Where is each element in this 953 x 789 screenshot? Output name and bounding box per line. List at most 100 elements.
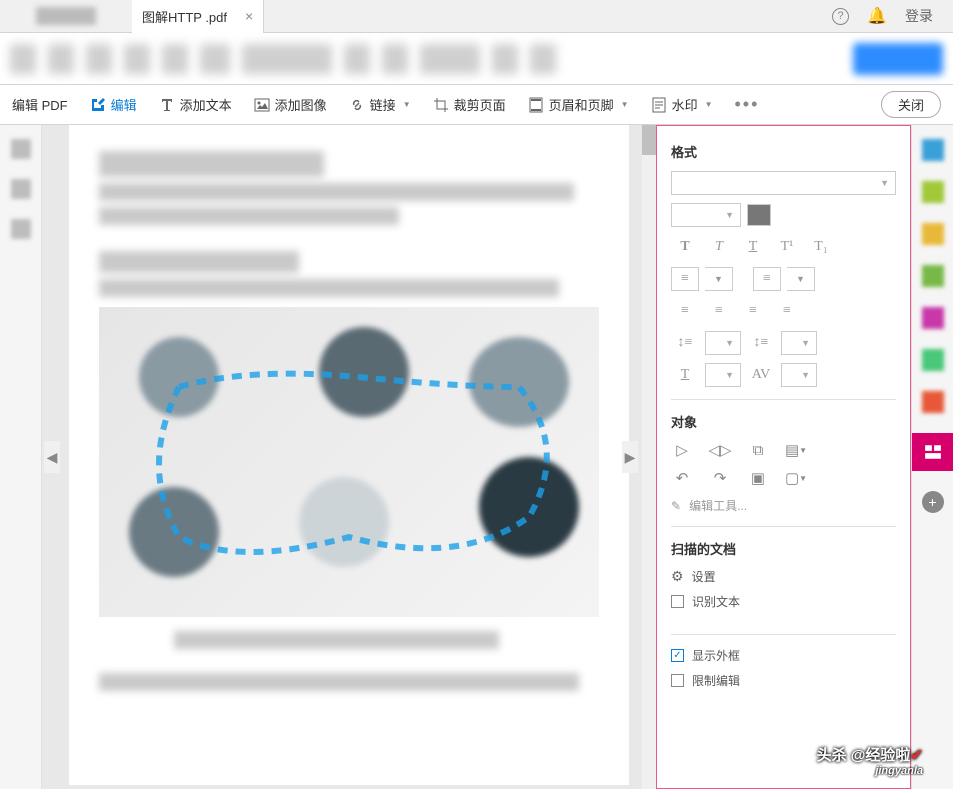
close-tab-icon[interactable]: × <box>245 8 253 24</box>
crop-button[interactable]: 裁剪页面 <box>425 91 514 118</box>
tool-icon-2[interactable] <box>922 181 944 203</box>
tab-title: 图解HTTP .pdf <box>142 7 227 26</box>
more-icon: ••• <box>735 94 760 115</box>
next-page-button[interactable]: ▶ <box>622 441 638 473</box>
font-size-dropdown[interactable]: ▼ <box>671 203 741 227</box>
link-button[interactable]: 链接 ▼ <box>341 91 419 118</box>
watermark-button[interactable]: 水印 ▼ <box>643 91 721 118</box>
header-footer-icon <box>528 97 544 113</box>
recognize-text-checkbox[interactable]: 识别文本 <box>671 593 896 610</box>
tool-icon-6[interactable] <box>922 349 944 371</box>
tool-icon-7[interactable] <box>922 391 944 413</box>
document-tab[interactable]: 图解HTTP .pdf × <box>132 0 264 33</box>
edit-tool-icon <box>924 443 942 461</box>
font-color-swatch[interactable] <box>747 204 771 226</box>
more-button[interactable]: ••• <box>727 90 768 119</box>
replace-image-icon[interactable]: ▣ <box>747 469 769 487</box>
vertical-scrollbar[interactable] <box>642 125 656 789</box>
right-rail: + <box>911 125 953 789</box>
char-spacing-button[interactable]: AV <box>747 363 775 387</box>
bullet-list-dropdown[interactable]: ▼ <box>705 267 733 291</box>
edit-icon <box>90 97 106 113</box>
line-spacing-button[interactable]: ↕≡ <box>671 331 699 355</box>
flip-vertical-icon[interactable]: ◁▷ <box>709 441 731 459</box>
text-icon <box>159 97 175 113</box>
restrict-edit-checkbox[interactable]: 限制编辑 <box>671 672 896 689</box>
bookmarks-icon[interactable] <box>11 179 31 199</box>
italic-button[interactable]: T <box>705 235 733 259</box>
dropdown-icon: ▼ <box>403 100 411 109</box>
align-justify-button[interactable]: ≡ <box>773 299 801 323</box>
thumbnails-icon[interactable] <box>11 139 31 159</box>
main-toolbar <box>0 33 953 85</box>
checkbox-icon <box>671 674 684 687</box>
crop-object-icon[interactable]: ⧉ <box>747 441 769 459</box>
edit-button[interactable]: 编辑 <box>82 91 145 118</box>
horizontal-scale-button[interactable]: T <box>671 363 699 387</box>
home-tab[interactable] <box>0 0 132 33</box>
add-image-button[interactable]: 添加图像 <box>246 91 335 118</box>
tool-icon-3[interactable] <box>922 223 944 245</box>
bullet-list-button[interactable]: ≡ <box>671 267 699 291</box>
login-button[interactable]: 登录 <box>905 6 933 26</box>
prev-page-button[interactable]: ◀ <box>44 441 60 473</box>
bold-button[interactable]: T <box>671 235 699 259</box>
edit-pdf-toolbar: 编辑 PDF 编辑 添加文本 添加图像 链接 ▼ 裁剪页面 页眉和页脚 ▼ 水印… <box>0 85 953 125</box>
titlebar: 图解HTTP .pdf × ? 🔔 登录 <box>0 0 953 33</box>
font-family-dropdown[interactable]: ▼ <box>671 171 896 195</box>
left-rail <box>0 125 42 789</box>
document-viewport[interactable]: ◀ ▶ <box>42 125 656 789</box>
close-button[interactable]: 关闭 <box>881 91 941 118</box>
arrange-icon[interactable]: ▤ ▼ <box>785 441 807 459</box>
pencil-icon: ✎ <box>671 499 681 513</box>
edit-pdf-tool-active[interactable] <box>912 433 953 471</box>
flip-horizontal-icon[interactable]: ▷ <box>671 441 693 459</box>
tool-icon-1[interactable] <box>922 139 944 161</box>
share-button[interactable] <box>853 43 943 75</box>
watermark-icon <box>651 97 667 113</box>
align-left-button[interactable]: ≡ <box>671 299 699 323</box>
dropdown-icon: ▼ <box>705 100 713 109</box>
link-icon <box>349 97 365 113</box>
rotate-ccw-icon[interactable]: ↶ <box>671 469 693 487</box>
checkbox-checked-icon: ✓ <box>671 649 684 662</box>
help-icon[interactable]: ? <box>832 8 849 25</box>
crop-icon <box>433 97 449 113</box>
settings-button[interactable]: ⚙ 设置 <box>671 568 896 585</box>
tool-icon-5[interactable] <box>922 307 944 329</box>
show-bbox-checkbox[interactable]: ✓ 显示外框 <box>671 647 896 664</box>
align-right-button[interactable]: ≡ <box>739 299 767 323</box>
dropdown-icon: ▼ <box>621 100 629 109</box>
header-footer-button[interactable]: 页眉和页脚 ▼ <box>520 91 637 118</box>
line-spacing-dropdown[interactable]: ▼ <box>705 331 741 355</box>
main-area: ◀ ▶ 格式 <box>0 125 953 789</box>
underline-button[interactable]: T <box>739 235 767 259</box>
align-center-button[interactable]: ≡ <box>705 299 733 323</box>
align-objects-icon[interactable]: ▢ ▼ <box>785 469 807 487</box>
format-section-title: 格式 <box>671 142 896 161</box>
tool-icon-4[interactable] <box>922 265 944 287</box>
edit-tools-button[interactable]: ✎ 编辑工具... <box>671 497 896 514</box>
gear-icon: ⚙ <box>671 568 684 585</box>
char-spacing-dropdown[interactable]: ▼ <box>781 363 817 387</box>
add-tool-icon[interactable]: + <box>922 491 944 513</box>
object-section-title: 对象 <box>671 412 896 431</box>
add-text-button[interactable]: 添加文本 <box>151 91 240 118</box>
paragraph-spacing-dropdown[interactable]: ▼ <box>781 331 817 355</box>
superscript-button[interactable]: T¹ <box>773 235 801 259</box>
document-image <box>99 307 599 617</box>
format-panel: 格式 ▼ ▼ T T T T¹ T₁ ≡ ▼ ≡ ▼ ≡ ≡ ≡ ≡ ↕≡ ▼ <box>656 125 911 789</box>
scrollbar-thumb[interactable] <box>642 125 656 155</box>
numbered-list-button[interactable]: ≡ <box>753 267 781 291</box>
horizontal-scale-dropdown[interactable]: ▼ <box>705 363 741 387</box>
attachments-icon[interactable] <box>11 219 31 239</box>
notifications-icon[interactable]: 🔔 <box>867 6 887 26</box>
rotate-cw-icon[interactable]: ↷ <box>709 469 731 487</box>
subscript-button[interactable]: T₁ <box>807 235 835 259</box>
checkbox-icon <box>671 595 684 608</box>
paragraph-spacing-button[interactable]: ↕≡ <box>747 331 775 355</box>
image-icon <box>254 97 270 113</box>
document-page <box>69 125 629 785</box>
scanned-section-title: 扫描的文档 <box>671 539 896 558</box>
numbered-list-dropdown[interactable]: ▼ <box>787 267 815 291</box>
